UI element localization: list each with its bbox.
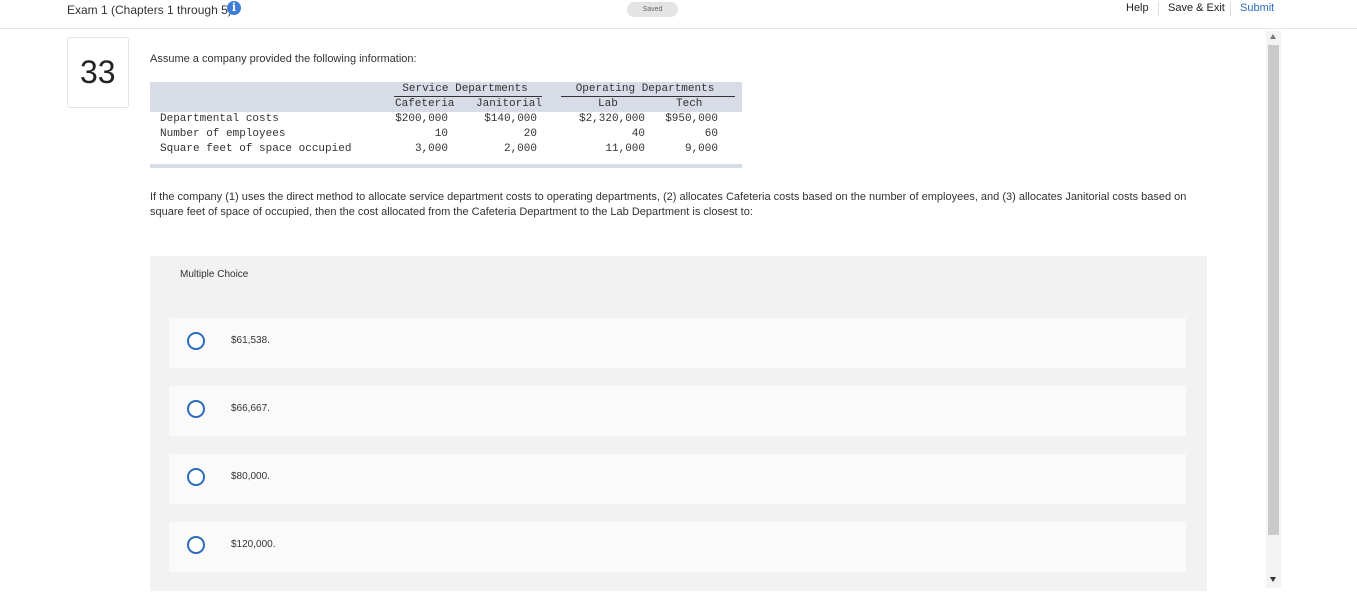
header-underline: [394, 96, 542, 97]
table-cell: 10: [434, 128, 448, 140]
radio-button-icon[interactable]: [187, 536, 205, 554]
table-cell: 9,000: [684, 143, 718, 155]
table-cell: $140,000: [484, 113, 537, 125]
column-header-lab: Lab: [598, 98, 618, 110]
multiple-choice-header: Multiple Choice: [180, 269, 249, 280]
radio-button-icon[interactable]: [187, 468, 205, 486]
table-cell: 11,000: [605, 143, 645, 155]
operating-departments-header: Operating Departments: [575, 83, 715, 95]
row-label-square-feet: Square feet of space occupied: [160, 143, 352, 155]
scroll-thumb[interactable]: [1268, 45, 1279, 535]
column-header-cafeteria: Cafeteria: [395, 98, 455, 110]
question-prompt: Assume a company provided the following …: [150, 53, 417, 65]
choice-option-d[interactable]: $120,000.: [169, 522, 1186, 572]
choice-option-b[interactable]: $66,667.: [169, 386, 1186, 436]
choice-label: $80,000.: [231, 471, 270, 482]
row-label-departmental-costs: Departmental costs: [160, 113, 279, 125]
info-icon[interactable]: i: [227, 1, 241, 15]
help-button[interactable]: Help: [1126, 2, 1149, 14]
choice-label: $61,538.: [231, 335, 270, 346]
choice-label: $66,667.: [231, 403, 270, 414]
column-header-janitorial: Janitorial: [476, 98, 543, 110]
service-departments-header: Service Departments: [402, 83, 528, 95]
column-header-tech: Tech: [676, 98, 703, 110]
multiple-choice-panel: Multiple Choice $61,538. $66,667. $80,00…: [150, 256, 1207, 591]
top-bar: Exam 1 (Chapters 1 through 5) i Saved He…: [0, 0, 1357, 29]
question-number: 33: [80, 54, 116, 90]
scroll-up-arrow-icon[interactable]: [1270, 34, 1276, 39]
table-cell: $2,320,000: [578, 113, 645, 125]
question-text: If the company (1) uses the direct metho…: [150, 191, 1187, 218]
table-cell: 3,000: [414, 143, 448, 155]
department-data-table: Service Departments Operating Department…: [150, 82, 742, 168]
question-number-box: 33: [67, 37, 129, 108]
divider: [1158, 2, 1159, 16]
vertical-scrollbar[interactable]: [1266, 31, 1281, 588]
radio-button-icon[interactable]: [187, 400, 205, 418]
table-cell: $200,000: [395, 113, 448, 125]
table-cell: 2,000: [503, 143, 537, 155]
table-bottom-border: [150, 164, 742, 168]
choice-option-a[interactable]: $61,538.: [169, 318, 1186, 368]
header-underline: [561, 96, 735, 97]
choice-option-c[interactable]: $80,000.: [169, 454, 1186, 504]
row-label-number-of-employees: Number of employees: [160, 128, 286, 140]
choice-label: $120,000.: [231, 539, 276, 550]
save-exit-button[interactable]: Save & Exit: [1168, 2, 1225, 14]
exam-title: Exam 1 (Chapters 1 through 5): [67, 3, 232, 17]
table-cell: $950,000: [665, 113, 718, 125]
submit-button[interactable]: Submit: [1240, 2, 1274, 14]
radio-button-icon[interactable]: [187, 332, 205, 350]
table-cell: 60: [704, 128, 718, 140]
table-cell: 40: [631, 128, 645, 140]
divider: [1230, 2, 1231, 16]
scroll-down-arrow-icon[interactable]: [1270, 577, 1276, 582]
table-cell: 20: [523, 128, 537, 140]
saved-status-badge: Saved: [627, 2, 678, 17]
